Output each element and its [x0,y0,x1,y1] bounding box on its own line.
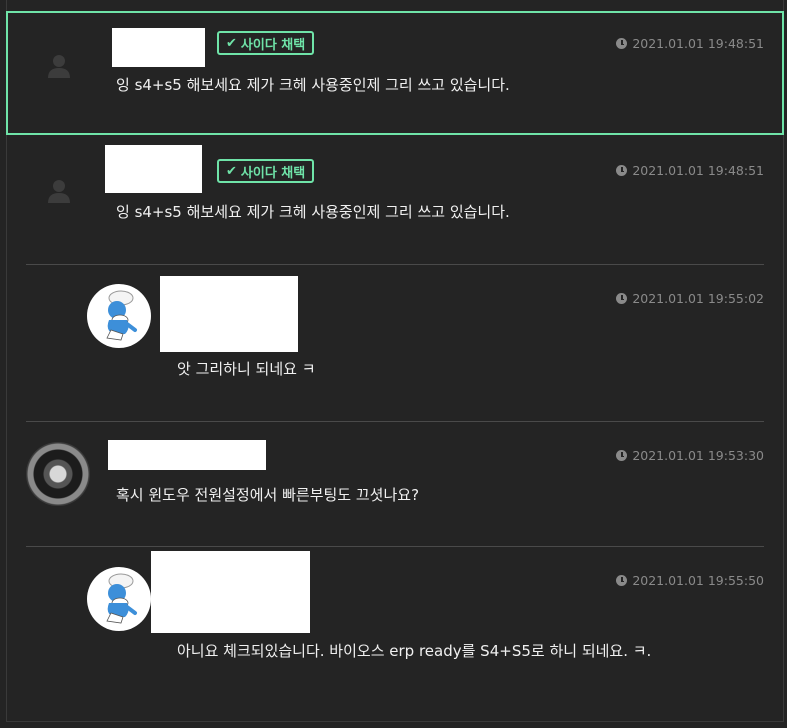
cider-accepted-badge: ✔ 사이다 채택 [217,31,315,55]
clock-icon [616,38,628,49]
clock-icon [616,450,628,461]
dark-emblem-avatar[interactable] [26,442,90,506]
author-name-redacted[interactable] [105,145,202,193]
comment-divider [26,264,764,265]
author-name-redacted[interactable] [151,551,310,633]
comment-text: 아니요 체크되있습니다. 바이오스 erp ready를 S4+S5로 하니 되… [177,642,652,660]
author-name-redacted[interactable] [160,276,298,352]
comment-timestamp: 2021.01.01 19:55:02 [616,291,764,306]
comment-timestamp: 2021.01.01 19:53:30 [616,448,764,463]
cider-accepted-badge: ✔ 사이다 채택 [217,159,315,183]
smurf-avatar[interactable] [87,567,151,631]
comment-text: 잉 s4+s5 해보세요 제가 크헤 사용중인제 그리 쓰고 있습니다. [116,203,510,221]
default-user-icon [48,55,70,78]
check-icon: ✔ [226,163,237,179]
comment-timestamp: 2021.01.01 19:48:51 [616,36,764,51]
comment-divider [26,421,764,422]
author-name-redacted[interactable] [112,28,205,67]
badge-label: 사이다 채택 [240,165,306,181]
comment-text: 혹시 윈도우 전원설정에서 빠른부팅도 끄셧나요? [116,486,420,504]
check-icon: ✔ [226,35,237,51]
clock-icon [616,165,628,176]
comment-divider [26,546,764,547]
comment-text: 잉 s4+s5 해보세요 제가 크헤 사용중인제 그리 쓰고 있습니다. [116,76,510,94]
author-name-redacted[interactable] [108,440,266,470]
default-user-icon [48,180,70,203]
clock-icon [616,293,628,304]
comment-text: 앗 그리하니 되네요 ㅋ [177,360,316,378]
badge-label: 사이다 채택 [240,37,306,53]
smurf-icon [88,285,150,347]
smurf-icon [88,568,150,630]
clock-icon [616,575,628,586]
comment-timestamp: 2021.01.01 19:55:50 [616,573,764,588]
comment-timestamp: 2021.01.01 19:48:51 [616,163,764,178]
smurf-avatar[interactable] [87,284,151,348]
